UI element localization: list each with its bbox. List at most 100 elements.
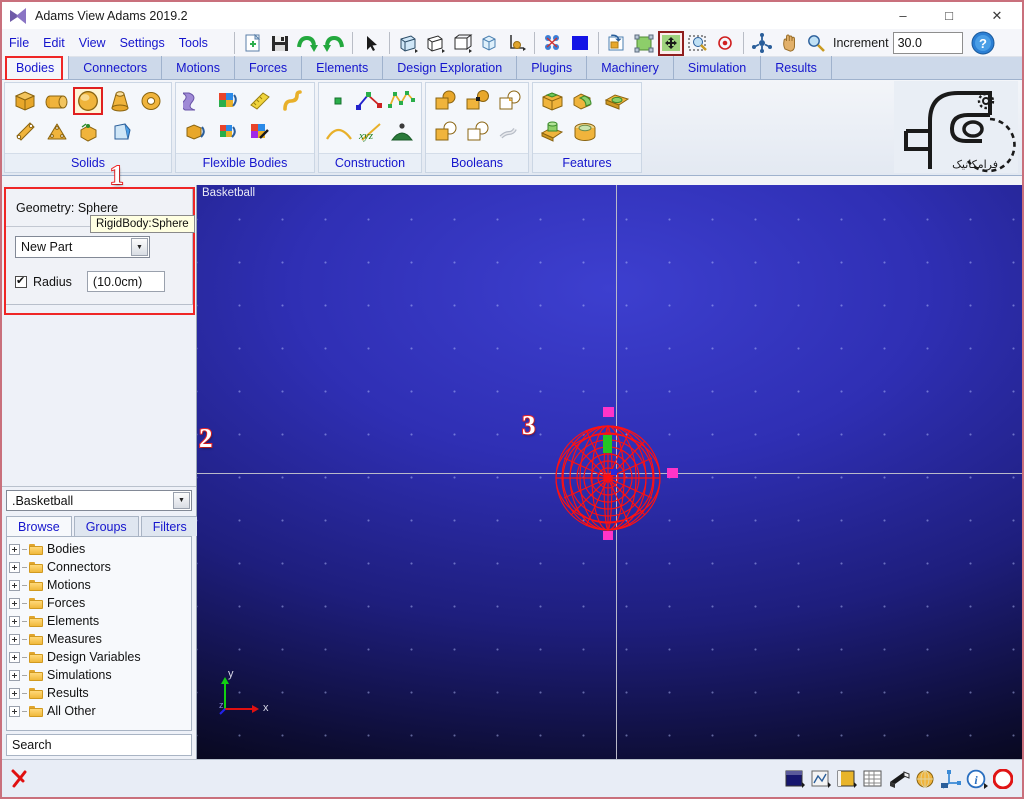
tab-bodies[interactable]: Bodies xyxy=(2,56,70,79)
radius-checkbox[interactable] xyxy=(15,274,27,288)
handle-top[interactable] xyxy=(603,407,614,417)
menu-edit[interactable]: Edit xyxy=(36,33,72,53)
zoom-box-icon[interactable] xyxy=(685,31,711,56)
redo-icon[interactable] xyxy=(294,31,320,56)
rigidbody-extrusion-icon[interactable] xyxy=(74,118,104,146)
coordinate-icon[interactable] xyxy=(940,768,962,790)
box-view-icon[interactable] xyxy=(449,31,475,56)
center-icon[interactable] xyxy=(658,30,684,56)
tab-machinery[interactable]: Machinery xyxy=(587,56,674,79)
handle-bottom[interactable] xyxy=(603,531,613,540)
tab-design-exploration[interactable]: Design Exploration xyxy=(383,56,518,79)
flex-edit-icon[interactable] xyxy=(245,118,275,146)
rigidbody-revolution-icon[interactable] xyxy=(106,118,136,146)
grid-display-icon[interactable] xyxy=(784,768,806,790)
tree-node-forces[interactable]: Forces xyxy=(9,594,191,612)
feature-boss-icon[interactable] xyxy=(538,118,568,146)
flex-to-rigid-icon[interactable] xyxy=(213,118,243,146)
tab-elements[interactable]: Elements xyxy=(302,56,384,79)
expand-icon[interactable] xyxy=(9,561,20,573)
menu-tools[interactable]: Tools xyxy=(172,33,215,53)
info-icon[interactable]: i xyxy=(966,768,988,790)
xyz-csys-icon[interactable]: xyz xyxy=(356,118,386,146)
part-marker-icon[interactable] xyxy=(603,435,612,453)
feature-hollow-icon[interactable] xyxy=(602,87,632,115)
iso-view-icon[interactable] xyxy=(422,31,448,56)
help-icon[interactable]: ? xyxy=(970,31,996,56)
menu-settings[interactable]: Settings xyxy=(113,33,172,53)
chevron-down-icon[interactable]: ▼ xyxy=(131,238,148,256)
search-input[interactable]: Search xyxy=(6,734,192,756)
boolean-chain-icon[interactable] xyxy=(495,118,525,146)
flex-spline-icon[interactable] xyxy=(277,87,307,115)
tree-node-bodies[interactable]: Bodies xyxy=(9,540,191,558)
boolean-intersect-icon[interactable] xyxy=(495,87,525,115)
browser-tab-filters[interactable]: Filters xyxy=(140,516,199,536)
table-icon[interactable] xyxy=(862,768,884,790)
menu-file[interactable]: File xyxy=(2,33,36,53)
wedge-icon[interactable] xyxy=(888,768,910,790)
model-tree[interactable]: Bodies Connectors Motions Forces Element… xyxy=(6,536,192,731)
rigidbody-link-icon[interactable] xyxy=(10,118,40,146)
chevron-down-icon[interactable]: ▼ xyxy=(173,492,190,509)
translate-icon[interactable] xyxy=(712,31,738,56)
render-shaded-icon[interactable] xyxy=(476,31,502,56)
expand-icon[interactable] xyxy=(9,705,20,717)
tree-node-measures[interactable]: Measures xyxy=(9,630,191,648)
polyline-icon[interactable] xyxy=(354,87,384,115)
browser-tab-browse[interactable]: Browse xyxy=(6,516,72,536)
feature-fillet-icon[interactable] xyxy=(538,87,568,115)
flex-import-icon[interactable] xyxy=(181,118,211,146)
new-file-icon[interactable] xyxy=(240,31,266,56)
view-rotate-icon[interactable] xyxy=(604,31,630,56)
tab-results[interactable]: Results xyxy=(761,56,832,79)
expand-icon[interactable] xyxy=(9,669,20,681)
model-viewport[interactable]: Basketball 3 y x z xyxy=(197,185,1022,759)
model-select-dropdown[interactable]: .Basketball ▼ xyxy=(6,490,192,511)
feature-chamfer-icon[interactable] xyxy=(570,87,600,115)
close-button[interactable]: ✕ xyxy=(972,2,1022,29)
flex-body-icon[interactable] xyxy=(181,87,211,115)
background-color-icon[interactable] xyxy=(567,31,593,56)
radius-input[interactable] xyxy=(86,271,165,292)
boolean-subtract-icon[interactable] xyxy=(431,118,461,146)
boolean-merge-icon[interactable] xyxy=(463,87,493,115)
color-fill-icon[interactable] xyxy=(836,768,858,790)
sphere-render-icon[interactable] xyxy=(914,768,936,790)
working-grid-icon[interactable] xyxy=(503,31,529,56)
expand-icon[interactable] xyxy=(9,651,20,663)
pan-hand-icon[interactable] xyxy=(776,31,802,56)
rigid-to-flex-icon[interactable] xyxy=(213,87,243,115)
increment-input[interactable] xyxy=(892,32,963,54)
maximize-button[interactable]: □ xyxy=(926,2,972,29)
front-view-icon[interactable] xyxy=(395,31,421,56)
pattern-icon[interactable] xyxy=(540,31,566,56)
tab-plugins[interactable]: Plugins xyxy=(517,56,588,79)
arc-icon[interactable] xyxy=(324,118,354,146)
spline-icon[interactable] xyxy=(386,87,416,115)
expand-icon[interactable] xyxy=(9,597,20,609)
rigidbody-sphere-icon[interactable] xyxy=(73,87,103,115)
tab-connectors[interactable]: Connectors xyxy=(69,56,163,79)
tab-forces[interactable]: Forces xyxy=(235,56,303,79)
expand-icon[interactable] xyxy=(9,543,20,555)
browser-tab-groups[interactable]: Groups xyxy=(73,516,139,536)
rigidbody-plate-icon[interactable] xyxy=(42,118,72,146)
tab-motions[interactable]: Motions xyxy=(162,56,235,79)
rigidbody-box-icon[interactable] xyxy=(10,87,40,115)
boolean-unite-icon[interactable] xyxy=(431,87,461,115)
expand-icon[interactable] xyxy=(9,579,20,591)
expand-icon[interactable] xyxy=(9,633,20,645)
zoom-icon[interactable] xyxy=(803,31,829,56)
handle-right[interactable] xyxy=(667,468,678,478)
minimize-button[interactable]: – xyxy=(880,2,926,29)
feature-hole-icon[interactable] xyxy=(570,118,600,146)
tree-node-elements[interactable]: Elements xyxy=(9,612,191,630)
undo-icon[interactable] xyxy=(321,31,347,56)
tab-simulation[interactable]: Simulation xyxy=(674,56,762,79)
expand-icon[interactable] xyxy=(9,615,20,627)
fit-view-icon[interactable] xyxy=(631,31,657,56)
tree-node-motions[interactable]: Motions xyxy=(9,576,191,594)
rigidbody-cylinder-icon[interactable] xyxy=(42,87,72,115)
rigidbody-frustum-icon[interactable] xyxy=(105,87,135,115)
